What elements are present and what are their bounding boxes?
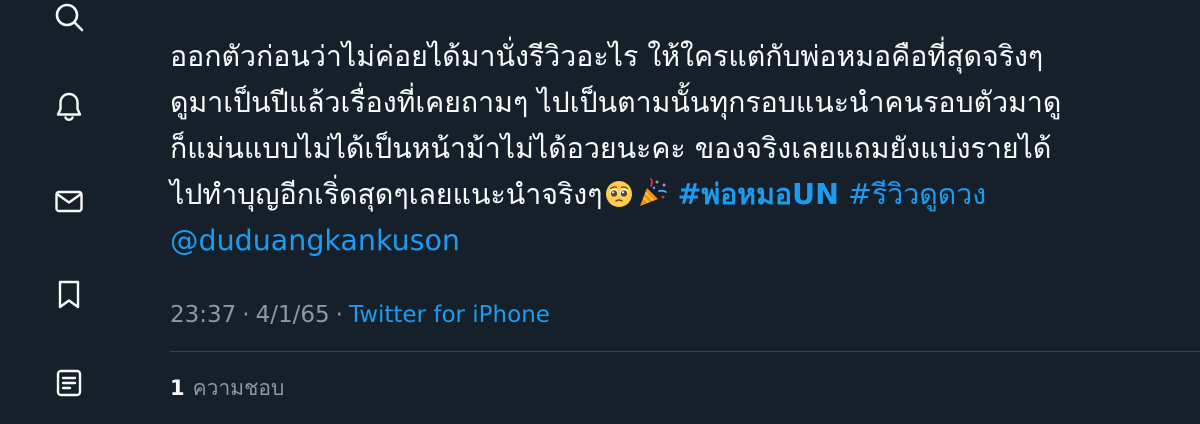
notifications-bell-icon[interactable] [52,89,86,123]
tweet-text-segment: ไปทำบุญอีกเริ่ดสุดๆเลยแนะนำจริงๆ [170,178,603,211]
pleading-face-emoji-icon [605,181,632,207]
separator-dot: · [242,302,250,328]
search-icon[interactable] [52,0,86,34]
likes-label: ความชอบ [192,376,285,400]
tweet-text-line: @duduangkankuson [170,218,1190,264]
hashtag-link[interactable]: #พ่อหมอUN [678,178,839,211]
tweet-text-line: ไปทำบุญอีกเริ่ดสุดๆเลยแนะนำจริงๆ #พ่อหมอ… [170,172,1190,218]
likes-count: 1 [170,376,185,400]
party-popper-emoji-icon [639,178,667,206]
lists-document-icon[interactable] [52,366,86,400]
tweet-text: ออกตัวก่อนว่าไม่ค่อยได้มานั่งรีวิวอะไร ใ… [170,34,1190,264]
mention-link[interactable]: @duduangkankuson [170,224,460,257]
tweet-detail: ออกตัวก่อนว่าไม่ค่อยได้มานั่งรีวิวอะไร ใ… [170,0,1200,424]
tweet-text-line: ก็แม่นแบบไม่ได้เป็นหน้าม้าไม่ได้อวยนะคะ … [170,132,1052,165]
tweet-date[interactable]: 4/1/65 [256,302,330,328]
sidebar-nav [0,0,140,424]
tweet-text-line: ดูมาเป็นปีแล้วเรื่องที่เคยถามๆ ไปเป็นตาม… [170,86,1062,119]
tweet-metadata: 23:37 · 4/1/65 · Twitter for iPhone [170,299,550,331]
divider [170,351,1200,352]
likes-count-link[interactable]: 1 ความชอบ [170,373,284,403]
tweet-time[interactable]: 23:37 [170,302,236,328]
hashtag-link[interactable]: #รีวิวดูดวง [848,178,986,211]
tweet-source-link[interactable]: Twitter for iPhone [349,302,550,328]
tweet-text-line: ออกตัวก่อนว่าไม่ค่อยได้มานั่งรีวิวอะไร ใ… [170,40,1044,73]
messages-envelope-icon[interactable] [52,184,86,218]
separator-dot: · [335,302,343,328]
bookmark-icon[interactable] [52,277,86,311]
